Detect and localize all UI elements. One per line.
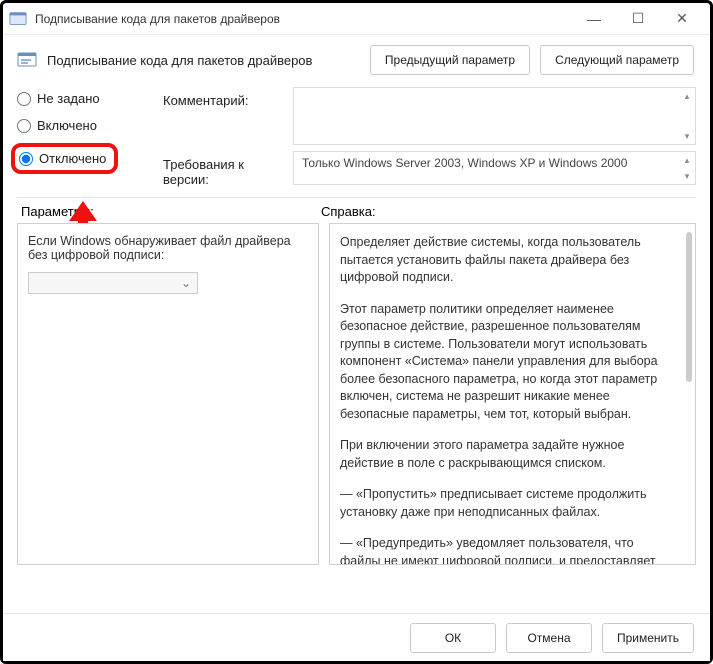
policy-icon: [17, 50, 37, 70]
chevron-down-icon: ⌄: [181, 276, 191, 290]
help-p5: — «Предупредить» уведомляет пользователя…: [340, 535, 671, 565]
radio-not-configured[interactable]: Не задано: [17, 91, 157, 106]
maximize-button[interactable]: ☐: [616, 4, 660, 34]
behavior-dropdown[interactable]: ⌄: [28, 272, 198, 294]
help-scrollbar[interactable]: [685, 232, 693, 556]
scroll-up-icon[interactable]: ▴: [681, 90, 693, 102]
state-radios: Не задано Включено Отключено: [17, 87, 157, 193]
help-p1: Определяет действие системы, когда польз…: [340, 234, 671, 287]
help-p4: — «Пропустить» предписывает системе прод…: [340, 486, 671, 521]
scrollbar-thumb[interactable]: [686, 232, 692, 382]
radio-not-configured-label: Не задано: [37, 91, 100, 106]
ok-button[interactable]: ОК: [410, 623, 496, 653]
previous-setting-button[interactable]: Предыдущий параметр: [370, 45, 530, 75]
comment-textarea[interactable]: ▴ ▾: [293, 87, 696, 145]
requirements-box: Только Windows Server 2003, Windows XP и…: [293, 151, 696, 185]
next-setting-button[interactable]: Следующий параметр: [540, 45, 694, 75]
footer: ОК Отмена Применить: [3, 613, 710, 661]
app-icon: [9, 10, 27, 28]
help-p2: Этот параметр политики определяет наимен…: [340, 301, 671, 424]
radio-enabled[interactable]: Включено: [17, 118, 157, 133]
radio-not-configured-input[interactable]: [17, 92, 31, 106]
window-controls: — ☐ ✕: [572, 4, 704, 34]
help-panel: Определяет действие системы, когда польз…: [329, 223, 696, 565]
options-panel: Если Windows обнаруживает файл драйвера …: [17, 223, 319, 565]
close-button[interactable]: ✕: [660, 4, 704, 34]
scroll-up-icon[interactable]: ▴: [681, 154, 693, 166]
options-text: Если Windows обнаруживает файл драйвера …: [28, 234, 308, 262]
radio-disabled-label: Отключено: [39, 151, 106, 166]
apply-button[interactable]: Применить: [602, 623, 694, 653]
scroll-down-icon[interactable]: ▾: [681, 170, 693, 182]
radio-enabled-input[interactable]: [17, 119, 31, 133]
cancel-button[interactable]: Отмена: [506, 623, 592, 653]
header: Подписывание кода для пакетов драйверов …: [3, 35, 710, 81]
window-title: Подписывание кода для пакетов драйверов: [35, 12, 572, 26]
radio-enabled-label: Включено: [37, 118, 97, 133]
comment-label: Комментарий:: [163, 87, 293, 108]
scroll-down-icon[interactable]: ▾: [681, 130, 693, 142]
titlebar: Подписывание кода для пакетов драйверов …: [3, 3, 710, 35]
radio-disabled-highlight: Отключено: [11, 143, 118, 174]
help-label: Справка:: [321, 204, 692, 219]
radio-disabled-input[interactable]: [19, 152, 33, 166]
radio-disabled[interactable]: Отключено: [19, 151, 106, 166]
header-title: Подписывание кода для пакетов драйверов: [47, 53, 360, 68]
minimize-button[interactable]: —: [572, 4, 616, 34]
requirements-value: Только Windows Server 2003, Windows XP и…: [302, 156, 627, 170]
requirements-label: Требования к версии:: [163, 151, 293, 187]
help-p3: При включении этого параметра задайте ну…: [340, 437, 671, 472]
